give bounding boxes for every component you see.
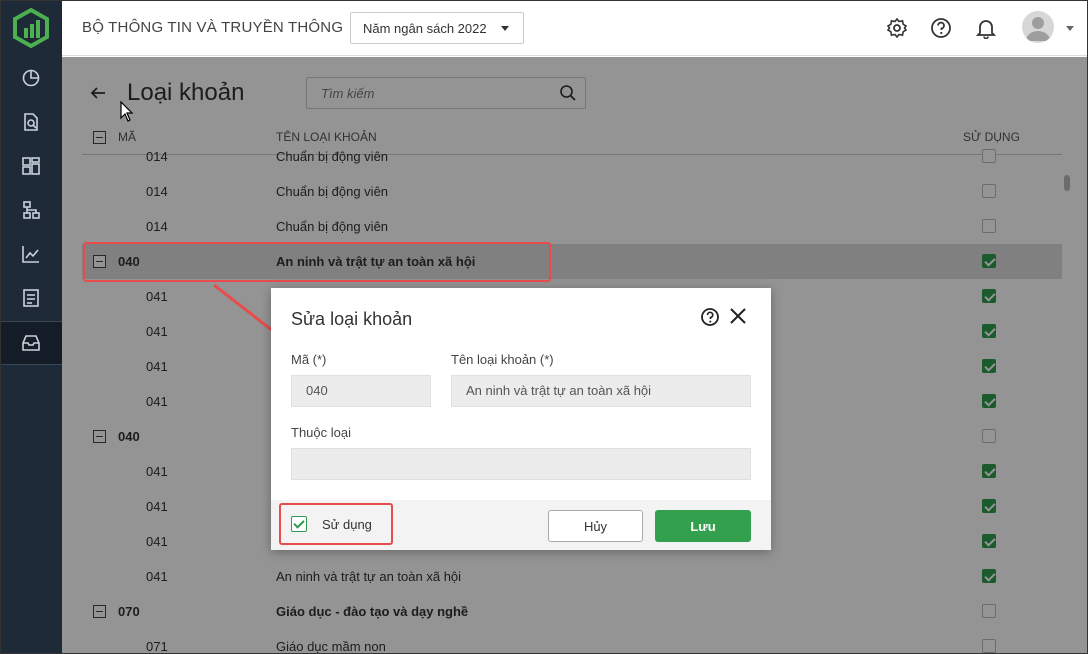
document-search-icon[interactable]: [0, 100, 62, 144]
cancel-button[interactable]: Hủy: [548, 510, 643, 542]
budget-year-select[interactable]: Năm ngân sách 2022: [350, 12, 524, 44]
organization-title: BỘ THÔNG TIN VÀ TRUYỀN THÔNG: [82, 19, 344, 36]
code-field[interactable]: 040: [291, 375, 431, 407]
code-label: Mã (*): [291, 352, 327, 367]
line-chart-icon[interactable]: [0, 232, 62, 276]
sidebar: [0, 0, 62, 654]
help-icon[interactable]: [930, 17, 952, 39]
app-logo-icon[interactable]: [12, 8, 50, 48]
dialog-title: Sửa loại khoản: [291, 309, 413, 329]
top-header: BỘ THÔNG TIN VÀ TRUYỀN THÔNG Năm ngân sá…: [62, 0, 1088, 56]
avatar[interactable]: [1022, 11, 1054, 43]
parent-field[interactable]: [291, 448, 751, 480]
inbox-icon[interactable]: [0, 321, 62, 365]
gear-icon[interactable]: [886, 17, 908, 39]
parent-label: Thuộc loại: [291, 425, 351, 440]
hierarchy-icon[interactable]: [0, 188, 62, 232]
chevron-down-icon: [501, 26, 509, 31]
mouse-cursor-icon: [120, 101, 134, 122]
dashboard-chart-icon[interactable]: [0, 56, 62, 100]
report-icon[interactable]: [0, 276, 62, 320]
highlight-use-checkbox: [279, 503, 393, 545]
name-label: Tên loại khoản (*): [451, 352, 554, 367]
avatar-icon: [1026, 17, 1050, 41]
name-field[interactable]: An ninh và trật tự an toàn xã hội: [451, 375, 751, 407]
highlight-selected-row: [83, 242, 551, 282]
bell-icon[interactable]: [975, 17, 997, 39]
chevron-down-icon[interactable]: [1066, 26, 1074, 31]
grid-icon[interactable]: [0, 144, 62, 188]
save-button[interactable]: Lưu: [655, 510, 751, 542]
budget-year-value: Năm ngân sách 2022: [363, 20, 487, 36]
help-icon[interactable]: [700, 307, 720, 327]
close-icon[interactable]: [728, 306, 748, 326]
